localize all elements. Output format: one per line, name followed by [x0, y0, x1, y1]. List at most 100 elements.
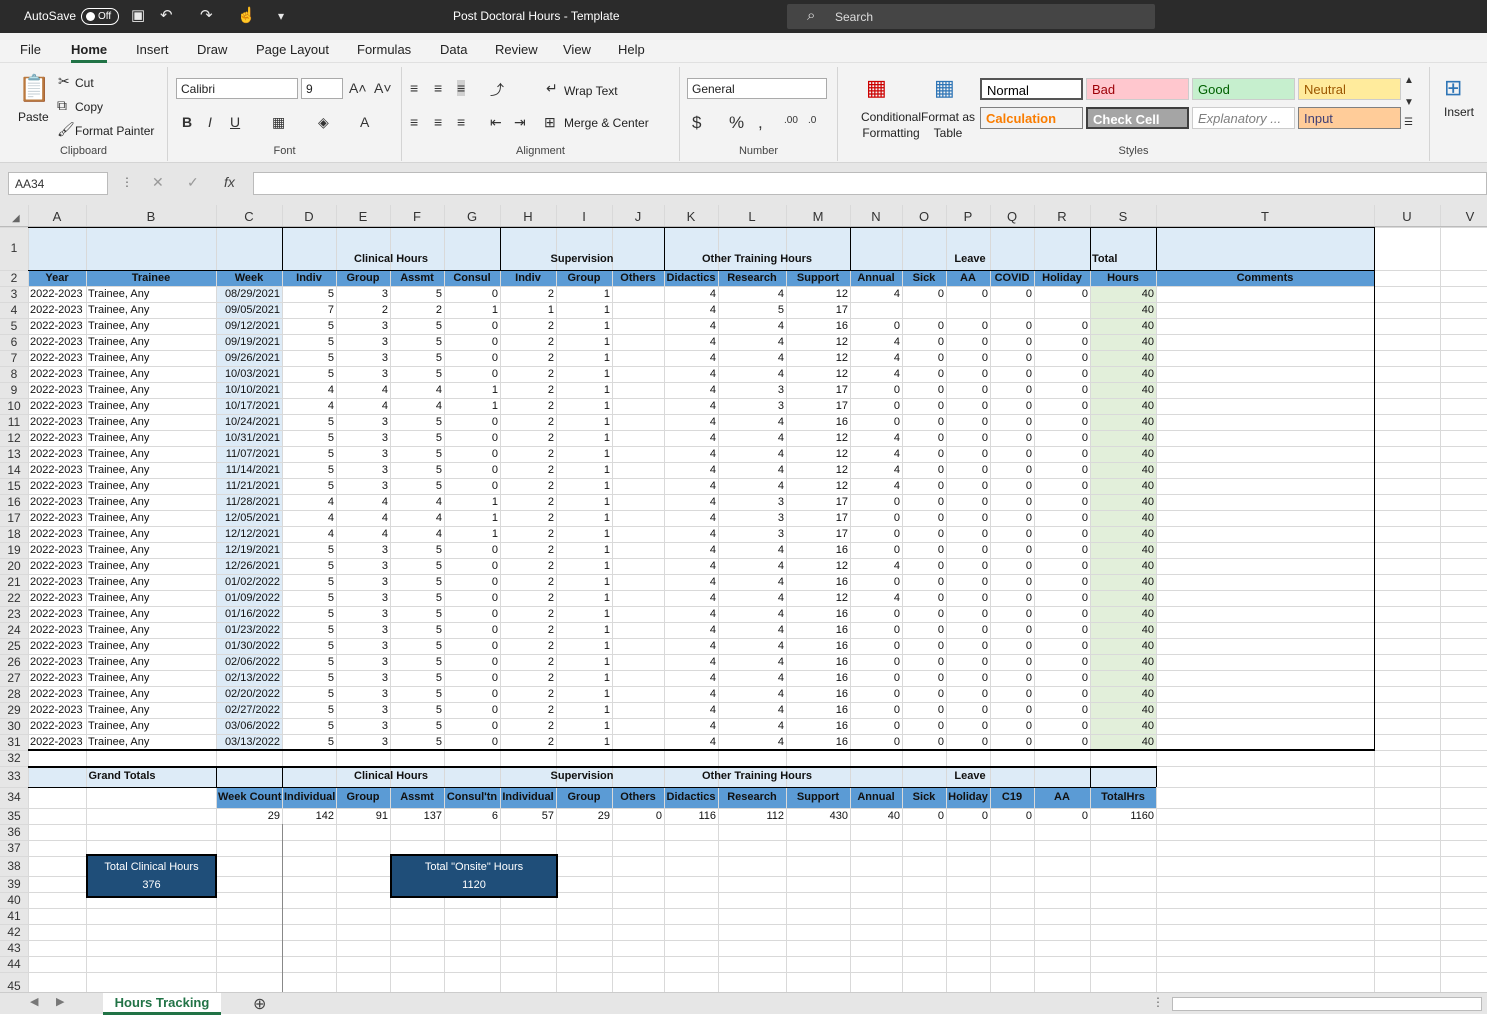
data-cell[interactable]: 0: [850, 638, 902, 654]
totals-column-title[interactable]: Individual: [500, 787, 556, 808]
data-cell[interactable]: 2022-2023: [28, 702, 86, 718]
data-cell[interactable]: 40: [1090, 350, 1156, 366]
data-cell[interactable]: 5: [390, 590, 444, 606]
data-cell[interactable]: 0: [1034, 430, 1090, 446]
data-cell[interactable]: [612, 734, 664, 750]
data-cell[interactable]: 0: [850, 734, 902, 750]
data-cell[interactable]: 4: [718, 350, 786, 366]
data-cell[interactable]: 4: [282, 382, 336, 398]
totals-column-title[interactable]: Group: [336, 787, 390, 808]
totals-value[interactable]: 6: [444, 808, 500, 824]
data-cell[interactable]: 4: [850, 462, 902, 478]
column-header-a[interactable]: A: [28, 209, 86, 224]
column-header-v[interactable]: V: [1440, 209, 1487, 224]
data-cell[interactable]: [612, 558, 664, 574]
data-cell[interactable]: 0: [990, 606, 1034, 622]
data-cell[interactable]: 0: [850, 398, 902, 414]
data-cell[interactable]: 4: [664, 702, 718, 718]
data-cell[interactable]: 0: [850, 494, 902, 510]
data-cell[interactable]: 4: [390, 494, 444, 510]
data-cell[interactable]: 40: [1090, 590, 1156, 606]
data-cell[interactable]: 1: [556, 318, 612, 334]
worksheet-grid[interactable]: ◢ A B C D E F G H I J K L M N O P Q R S T U V 1 2 3 4 5 6 7 8 9 10 11 12 13…: [0, 205, 1487, 992]
data-cell[interactable]: 5: [390, 558, 444, 574]
data-cell[interactable]: 0: [850, 686, 902, 702]
data-cell[interactable]: 0: [990, 558, 1034, 574]
data-cell[interactable]: 12: [786, 350, 850, 366]
data-cell[interactable]: 0: [902, 526, 946, 542]
data-cell[interactable]: 5: [390, 318, 444, 334]
data-cell[interactable]: 40: [1090, 702, 1156, 718]
data-cell[interactable]: 0: [902, 414, 946, 430]
data-cell[interactable]: 2022-2023: [28, 510, 86, 526]
data-cell[interactable]: 0: [902, 350, 946, 366]
paste-button[interactable]: Paste: [18, 110, 49, 124]
copy-icon[interactable]: ⧉: [57, 97, 67, 114]
data-cell[interactable]: 0: [946, 686, 990, 702]
data-cell[interactable]: 2022-2023: [28, 398, 86, 414]
data-cell[interactable]: 40: [1090, 414, 1156, 430]
tab-review[interactable]: Review: [495, 42, 538, 57]
data-cell[interactable]: 4: [850, 446, 902, 462]
style-calculation[interactable]: Calculation: [980, 107, 1083, 129]
data-cell[interactable]: 5: [390, 334, 444, 350]
data-cell[interactable]: 0: [444, 686, 500, 702]
data-cell[interactable]: Trainee, Any: [86, 638, 216, 654]
data-cell[interactable]: 16: [786, 734, 850, 750]
data-cell[interactable]: 4: [718, 718, 786, 734]
column-header-m[interactable]: M: [786, 209, 850, 224]
data-cell[interactable]: 4: [664, 654, 718, 670]
data-cell[interactable]: 0: [1034, 542, 1090, 558]
totals-column-title[interactable]: Group: [556, 787, 612, 808]
row-header[interactable]: 6: [0, 334, 28, 350]
data-cell[interactable]: 0: [850, 702, 902, 718]
totals-column-title[interactable]: Research: [718, 787, 786, 808]
data-cell[interactable]: 1: [444, 382, 500, 398]
row-header[interactable]: 41: [0, 908, 28, 924]
data-cell[interactable]: 2: [336, 302, 390, 318]
data-cell[interactable]: 1: [556, 430, 612, 446]
touch-mode-icon[interactable]: ☝: [237, 6, 256, 24]
data-cell[interactable]: 0: [850, 510, 902, 526]
column-header-d[interactable]: D: [282, 209, 336, 224]
data-cell[interactable]: 5: [282, 478, 336, 494]
merge-center-button[interactable]: Merge & Center: [564, 116, 649, 130]
group-header-total[interactable]: Total: [1090, 249, 1156, 270]
data-cell[interactable]: Trainee, Any: [86, 430, 216, 446]
data-cell[interactable]: 0: [850, 574, 902, 590]
row-header[interactable]: 32: [0, 750, 28, 766]
data-cell[interactable]: 4: [282, 494, 336, 510]
data-cell[interactable]: 09/19/2021: [216, 334, 282, 350]
data-cell[interactable]: 1: [556, 542, 612, 558]
data-cell[interactable]: 0: [444, 414, 500, 430]
totals-group-clinical[interactable]: Clinical Hours: [282, 766, 500, 787]
document-title[interactable]: Post Doctoral Hours - Template: [453, 9, 620, 23]
data-cell[interactable]: 16: [786, 318, 850, 334]
data-cell[interactable]: 2022-2023: [28, 542, 86, 558]
data-cell[interactable]: [612, 654, 664, 670]
data-cell[interactable]: 0: [990, 430, 1034, 446]
data-cell[interactable]: 0: [990, 510, 1034, 526]
data-cell[interactable]: 2022-2023: [28, 574, 86, 590]
column-title[interactable]: Others: [612, 270, 664, 286]
data-cell[interactable]: 5: [390, 462, 444, 478]
horizontal-scrollbar[interactable]: [1172, 997, 1482, 1011]
row-header[interactable]: 13: [0, 446, 28, 462]
totals-column-title[interactable]: Sick: [902, 787, 946, 808]
data-cell[interactable]: 4: [664, 574, 718, 590]
data-cell[interactable]: 5: [282, 430, 336, 446]
row-header[interactable]: 2: [0, 270, 28, 286]
column-title[interactable]: Assmt: [390, 270, 444, 286]
data-cell[interactable]: 5: [282, 318, 336, 334]
data-cell[interactable]: 3: [336, 414, 390, 430]
data-cell[interactable]: 17: [786, 510, 850, 526]
data-cell[interactable]: 10/10/2021: [216, 382, 282, 398]
data-cell[interactable]: 40: [1090, 638, 1156, 654]
data-cell[interactable]: 1: [556, 654, 612, 670]
data-cell[interactable]: 1: [556, 590, 612, 606]
data-cell[interactable]: 17: [786, 526, 850, 542]
data-cell[interactable]: 16: [786, 654, 850, 670]
tab-splitter-icon[interactable]: ⋮: [1152, 995, 1164, 1009]
data-cell[interactable]: 0: [946, 398, 990, 414]
data-cell[interactable]: [612, 494, 664, 510]
